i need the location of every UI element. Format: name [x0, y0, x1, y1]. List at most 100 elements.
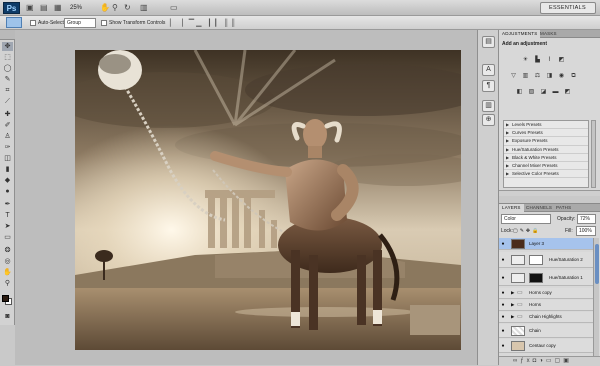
marquee-tool-icon[interactable]: ⬚: [2, 53, 13, 62]
preset-item[interactable]: Levels Presets: [504, 121, 588, 130]
vibrance-icon[interactable]: ▽: [509, 72, 518, 80]
clone-source-icon[interactable]: ⊕: [482, 114, 495, 126]
photo-filter-icon[interactable]: ◉: [557, 72, 566, 80]
layer-row[interactable]: ● Centaur copy: [499, 339, 593, 353]
preset-item[interactable]: Hue/Saturation Presets: [504, 146, 588, 154]
healing-brush-icon[interactable]: ✚: [2, 110, 13, 119]
tab-channels[interactable]: CHANNELS: [523, 204, 555, 212]
visibility-eye-icon[interactable]: ●: [500, 314, 506, 320]
delete-layer-icon[interactable]: ▣: [563, 358, 572, 364]
layer-row[interactable]: ● Layer 3: [499, 238, 593, 250]
blur-tool-icon[interactable]: ◆: [2, 176, 13, 185]
preset-item[interactable]: Exposure Presets: [504, 137, 588, 146]
gradient-tool-icon[interactable]: ▮: [2, 165, 13, 174]
quick-select-tool-icon[interactable]: ✎: [2, 75, 13, 84]
tools-panel-header[interactable]: [0, 30, 15, 40]
curves-icon[interactable]: ⌇: [545, 56, 554, 64]
hue-saturation-icon[interactable]: ▥: [521, 72, 530, 80]
foreground-color-swatch[interactable]: [2, 295, 9, 302]
zoom-tool-icon[interactable]: ⚲: [112, 3, 118, 13]
preset-item[interactable]: Selective Color Presets: [504, 170, 588, 179]
show-transform-checkbox[interactable]: [101, 20, 107, 26]
opacity-field[interactable]: 72%: [577, 214, 596, 224]
layers-scrollbar[interactable]: [593, 238, 599, 356]
align-distribute-icons[interactable]: ▏▕ ▔▁ ┃┃ ║║: [170, 19, 238, 27]
tool-preset-picker[interactable]: [6, 17, 22, 28]
visibility-eye-icon[interactable]: ●: [500, 241, 506, 247]
hand-tool-icon[interactable]: ✋: [100, 3, 110, 13]
lasso-tool-icon[interactable]: ◯: [2, 64, 13, 73]
eraser-tool-icon[interactable]: ◫: [2, 154, 13, 163]
character-panel-icon[interactable]: A: [482, 64, 495, 76]
layers-scroll-thumb[interactable]: [595, 244, 599, 284]
zoom-level-select[interactable]: 25%: [70, 3, 96, 13]
presets-scrollbar[interactable]: [591, 120, 596, 188]
workspace-switcher[interactable]: ESSENTIALS: [540, 2, 596, 14]
tab-layers[interactable]: LAYERS: [499, 204, 524, 212]
tab-masks[interactable]: MASKS: [537, 30, 560, 38]
fill-field[interactable]: 100%: [576, 226, 596, 236]
visibility-eye-icon[interactable]: ●: [500, 343, 506, 349]
shape-tool-icon[interactable]: ▭: [2, 233, 13, 242]
invert-icon[interactable]: ◧: [515, 88, 524, 96]
auto-select-checkbox[interactable]: [30, 20, 36, 26]
brightness-contrast-icon[interactable]: ☀: [521, 56, 530, 64]
posterize-icon[interactable]: ▨: [527, 88, 536, 96]
rotate-view-icon[interactable]: ↻: [124, 3, 131, 13]
preset-item[interactable]: Curves Presets: [504, 129, 588, 138]
layer-comps-icon[interactable]: ▥: [482, 100, 495, 112]
hand-tool-panel-icon[interactable]: ✋: [2, 268, 13, 277]
view-extras-icon[interactable]: ▦: [54, 3, 62, 13]
brush-tool-icon[interactable]: ✐: [2, 121, 13, 130]
layer-group-row[interactable]: ● ▶ ▭ Horns: [499, 300, 593, 311]
screen-mode-icon[interactable]: ▭: [170, 3, 178, 13]
auto-select-dropdown[interactable]: Group: [64, 18, 96, 28]
blend-mode-dropdown[interactable]: Color: [501, 214, 551, 224]
selective-color-icon[interactable]: ◩: [563, 88, 572, 96]
layer-row[interactable]: ● Chain: [499, 324, 593, 338]
preset-item[interactable]: Black & White Presets: [504, 154, 588, 162]
disclosure-triangle-icon[interactable]: ▶: [511, 289, 514, 297]
visibility-eye-icon[interactable]: ●: [500, 302, 506, 308]
layer-group-row[interactable]: ● ▶ ▭ Horns copy: [499, 288, 593, 299]
visibility-eye-icon[interactable]: ●: [500, 290, 506, 296]
3d-orbit-icon[interactable]: ◎: [2, 257, 13, 266]
tab-adjustments[interactable]: ADJUSTMENTS: [499, 30, 541, 38]
disclosure-triangle-icon[interactable]: ▶: [511, 301, 514, 309]
layer-group-row[interactable]: ● ▶ ▭ Chain Highlights: [499, 312, 593, 323]
threshold-icon[interactable]: ◪: [539, 88, 548, 96]
minibridge-icon[interactable]: ▤: [40, 3, 48, 13]
zoom-tool-panel-icon[interactable]: ⚲: [2, 279, 13, 288]
quick-mask-icon[interactable]: ◙: [2, 312, 13, 321]
dodge-tool-icon[interactable]: ●: [2, 187, 13, 196]
preset-item[interactable]: Channel Mixer Presets: [504, 162, 588, 171]
path-select-icon[interactable]: ➤: [2, 222, 13, 231]
bridge-icon[interactable]: ▣: [26, 3, 34, 13]
arrange-documents-icon[interactable]: ▥: [140, 3, 148, 13]
pen-tool-icon[interactable]: ✒: [2, 200, 13, 209]
visibility-eye-icon[interactable]: ●: [500, 257, 506, 263]
new-adjustment-icon[interactable]: ◑: [539, 358, 546, 364]
type-tool-icon[interactable]: T: [2, 211, 13, 220]
eyedropper-tool-icon[interactable]: ⟋: [2, 97, 13, 106]
paragraph-panel-icon[interactable]: ¶: [482, 80, 495, 92]
document-canvas[interactable]: [75, 50, 461, 350]
move-tool-icon[interactable]: ✥: [2, 42, 13, 51]
tab-paths[interactable]: PATHS: [553, 204, 574, 212]
lock-icons[interactable]: ▢✎✥🔒: [513, 227, 540, 235]
exposure-icon[interactable]: ◩: [557, 56, 566, 64]
history-panel-icon[interactable]: ▤: [482, 36, 495, 48]
black-white-icon[interactable]: ◨: [545, 72, 554, 80]
layer-style-icon[interactable]: ƒx: [520, 358, 532, 364]
clone-stamp-icon[interactable]: ♙: [2, 132, 13, 141]
new-layer-icon[interactable]: ▢: [555, 358, 564, 364]
crop-tool-icon[interactable]: ⌗: [2, 86, 13, 95]
layer-row[interactable]: ● Hue/Saturation 1: [499, 270, 593, 286]
visibility-eye-icon[interactable]: ●: [500, 275, 506, 281]
layer-row[interactable]: ● Hue/Saturation 2: [499, 252, 593, 268]
channel-mixer-icon[interactable]: ⧉: [569, 72, 578, 80]
new-group-icon[interactable]: ▭: [546, 358, 555, 364]
levels-icon[interactable]: ▙: [533, 56, 542, 64]
history-brush-icon[interactable]: ✑: [2, 143, 13, 152]
disclosure-triangle-icon[interactable]: ▶: [511, 313, 514, 321]
